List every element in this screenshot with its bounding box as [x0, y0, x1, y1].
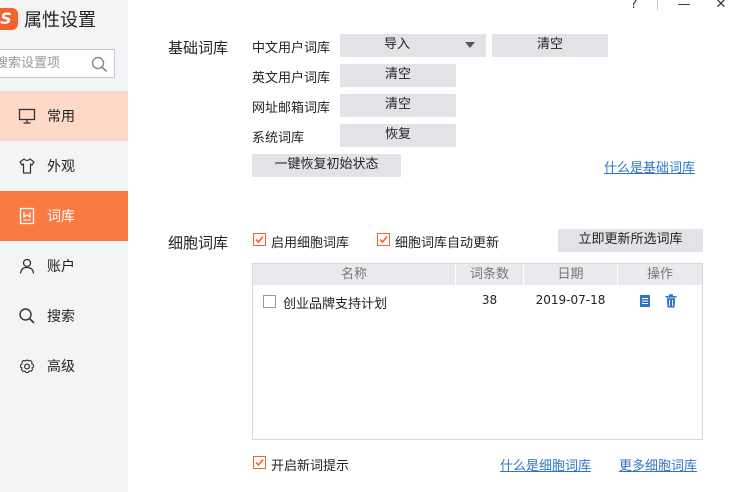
- col-header-name: 名称: [340, 267, 367, 282]
- sidebar: S 属性设置 常用 外观 词库: [0, 0, 128, 492]
- clear-chinese-dict-button[interactable]: 清空: [492, 34, 608, 57]
- sidebar-item-appearance[interactable]: 外观: [0, 141, 128, 191]
- monitor-icon: [18, 108, 36, 124]
- table-row: 创业品牌支持计划 38 2019-07-18: [253, 288, 702, 314]
- system-dict-label: 系统词库: [252, 131, 305, 146]
- checkmark-icon: [379, 235, 388, 244]
- settings-search-input[interactable]: [0, 50, 84, 77]
- sidebar-item-label: 账户: [47, 259, 75, 275]
- auto-update-cell-dict-checkbox[interactable]: [377, 233, 390, 246]
- sidebar-item-label: 词库: [47, 209, 75, 225]
- sidebar-item-account[interactable]: 账户: [0, 241, 128, 291]
- enable-cell-dict-checkbox[interactable]: [253, 233, 266, 246]
- checkmark-icon: [255, 235, 264, 244]
- restore-system-dict-button[interactable]: 恢复: [340, 124, 456, 147]
- basic-dictionary-title: 基础词库: [168, 39, 229, 57]
- clear-url-email-dict-button[interactable]: 清空: [340, 94, 456, 117]
- import-dropdown-button[interactable]: 导入: [340, 34, 486, 57]
- user-icon: [19, 258, 35, 274]
- settings-search-box[interactable]: [0, 49, 115, 78]
- col-header-date: 日期: [557, 267, 584, 282]
- app-title-bar: S 属性设置: [0, 0, 128, 40]
- update-selected-dict-button[interactable]: 立即更新所选词库: [558, 229, 703, 252]
- dict-count: 38: [481, 293, 498, 307]
- shirt-icon: [19, 158, 35, 174]
- dict-name: 创业品牌支持计划: [283, 297, 388, 312]
- url-email-dict-label: 网址邮箱词库: [252, 101, 331, 116]
- sidebar-item-label: 常用: [47, 109, 75, 125]
- checkmark-icon: [255, 458, 264, 467]
- what-is-basic-dict-link[interactable]: 什么是基础词库: [604, 157, 695, 176]
- col-header-actions: 操作: [646, 267, 673, 282]
- cell-dictionary-title: 细胞词库: [168, 234, 229, 252]
- help-button[interactable]: ?: [624, 0, 644, 14]
- sogou-logo-icon: S: [0, 8, 18, 30]
- new-word-tip-checkbox[interactable]: [253, 456, 266, 469]
- sidebar-item-label: 高级: [47, 359, 75, 375]
- search-icon: [19, 308, 35, 324]
- dictionary-icon: [19, 207, 35, 225]
- import-label: 导入: [384, 37, 411, 52]
- new-word-tip-label: 开启新词提示: [271, 459, 350, 474]
- row-select-checkbox[interactable]: [263, 295, 276, 308]
- sidebar-item-advanced[interactable]: 高级: [0, 341, 128, 391]
- search-icon[interactable]: [91, 56, 108, 73]
- sidebar-item-label: 外观: [47, 159, 75, 175]
- enable-cell-dict-label: 启用细胞词库: [271, 236, 350, 251]
- document-icon[interactable]: [639, 294, 651, 308]
- auto-update-cell-dict-label: 细胞词库自动更新: [395, 236, 500, 251]
- sidebar-item-dictionary[interactable]: 词库: [0, 191, 128, 241]
- english-user-dict-label: 英文用户词库: [252, 71, 331, 86]
- trash-icon[interactable]: [665, 294, 677, 308]
- col-header-count: 词条数: [469, 267, 509, 282]
- chinese-user-dict-label: 中文用户词库: [252, 41, 331, 56]
- sidebar-item-label: 搜索: [47, 309, 75, 325]
- clear-english-dict-button[interactable]: 清空: [340, 64, 456, 87]
- sidebar-item-search[interactable]: 搜索: [0, 291, 128, 341]
- table-header: 名称 词条数 日期 操作: [253, 264, 702, 285]
- close-button[interactable]: ✕: [711, 0, 731, 14]
- app-title: 属性设置: [24, 10, 96, 31]
- reset-initial-state-button[interactable]: 一键恢复初始状态: [252, 154, 401, 177]
- what-is-cell-dict-link[interactable]: 什么是细胞词库: [500, 455, 591, 474]
- chevron-down-icon: [465, 42, 475, 48]
- cell-dict-table: 名称 词条数 日期 操作 创业品牌支持计划 38 2019-07-18: [252, 263, 703, 440]
- minimize-button[interactable]: —: [674, 0, 694, 14]
- more-cell-dict-link[interactable]: 更多细胞词库: [619, 455, 697, 474]
- window-control-divider: [657, 0, 658, 10]
- dict-date: 2019-07-18: [535, 293, 606, 307]
- sidebar-item-general[interactable]: 常用: [0, 91, 128, 141]
- gear-icon: [19, 359, 35, 374]
